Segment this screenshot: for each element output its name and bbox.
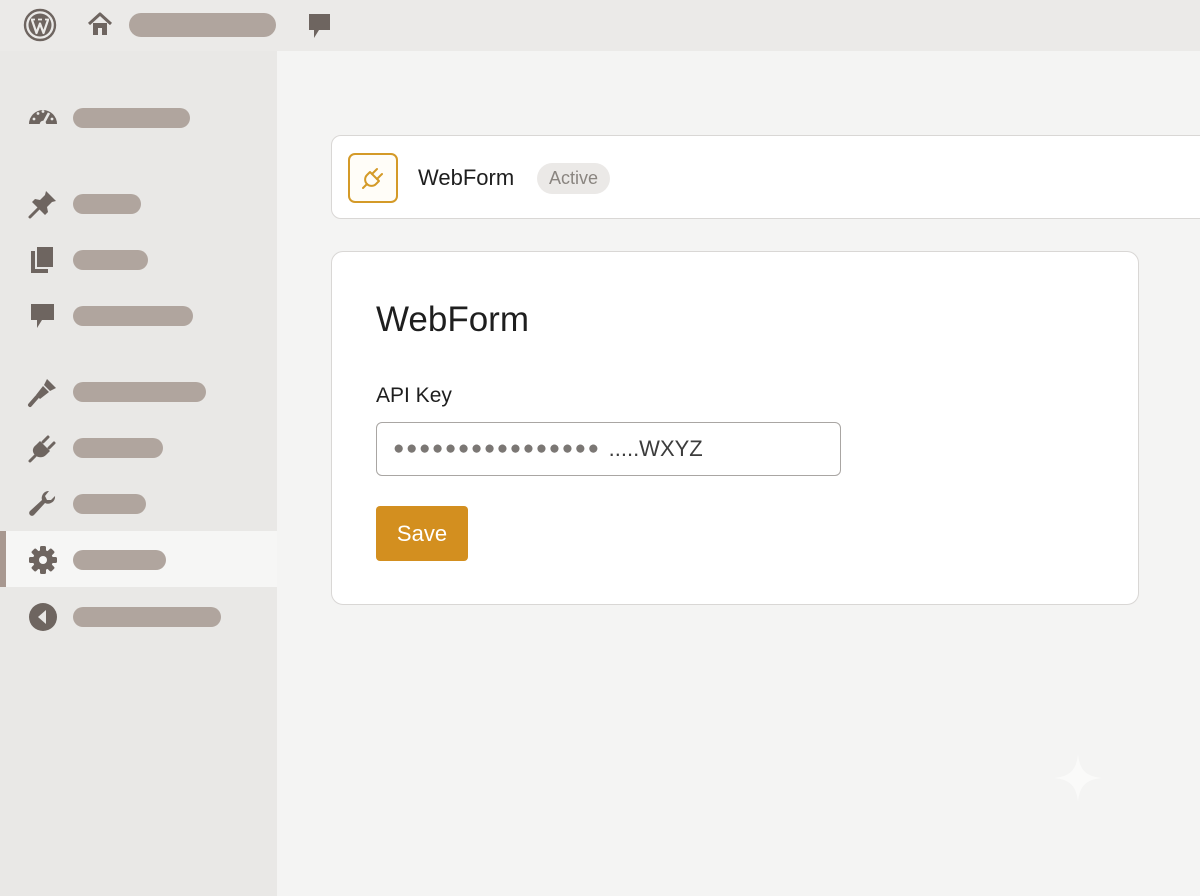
comment-icon[interactable]	[306, 11, 333, 41]
sidebar-item-label	[73, 438, 163, 458]
comment-icon	[31, 304, 54, 328]
sidebar-item-label	[73, 194, 141, 214]
sidebar-item-label	[73, 108, 190, 128]
paintbrush-icon	[28, 379, 56, 407]
sparkle-icon	[1054, 754, 1102, 802]
sidebar-item-label	[73, 494, 146, 514]
api-key-field[interactable]: ●●●●●●●●●●●●●●●● .....WXYZ	[376, 422, 841, 476]
api-key-visible-suffix: .....WXYZ	[608, 436, 703, 461]
sidebar-item-appearance[interactable]	[0, 363, 277, 419]
pushpin-icon	[28, 191, 56, 219]
plugin-header: WebForm Active	[331, 135, 1200, 219]
dashboard-gauge-icon	[29, 110, 57, 128]
sidebar-item-tools[interactable]	[0, 475, 277, 531]
settings-card: WebForm API Key ●●●●●●●●●●●●●●●● .....WX…	[331, 251, 1139, 605]
plugin-icon	[28, 435, 56, 463]
wrench-icon	[29, 490, 56, 516]
sidebar-item-settings[interactable]	[0, 531, 277, 587]
sidebar-item-comments[interactable]	[0, 287, 277, 343]
plugin-icon-box	[348, 153, 398, 203]
sidebar-item-pages[interactable]	[0, 231, 277, 287]
sidebar-item-dashboard[interactable]	[0, 89, 277, 145]
save-button[interactable]: Save	[376, 506, 468, 561]
admin-bar	[0, 0, 1200, 51]
sidebar-item-posts[interactable]	[0, 175, 277, 231]
collapse-arrow-icon	[29, 603, 57, 631]
status-badge: Active	[537, 163, 611, 194]
wordpress-logo-icon[interactable]	[23, 8, 57, 42]
sidebar-item-label	[73, 607, 221, 627]
sidebar-item-plugins[interactable]	[0, 419, 277, 475]
sidebar-item-collapse[interactable]	[0, 588, 277, 644]
sidebar-item-label	[73, 250, 148, 270]
page-title: WebForm	[376, 300, 529, 339]
api-key-label: API Key	[376, 384, 452, 407]
home-icon[interactable]	[86, 10, 114, 38]
api-key-masked-value: ●●●●●●●●●●●●●●●●	[393, 438, 601, 459]
sidebar-item-label	[73, 306, 193, 326]
site-name-link[interactable]	[129, 13, 276, 37]
sidebar-item-label	[73, 550, 166, 570]
plugin-name: WebForm	[418, 165, 515, 190]
plug-icon	[362, 168, 383, 189]
pages-icon	[31, 245, 55, 273]
gear-icon	[29, 546, 57, 574]
sidebar-item-label	[73, 382, 206, 402]
